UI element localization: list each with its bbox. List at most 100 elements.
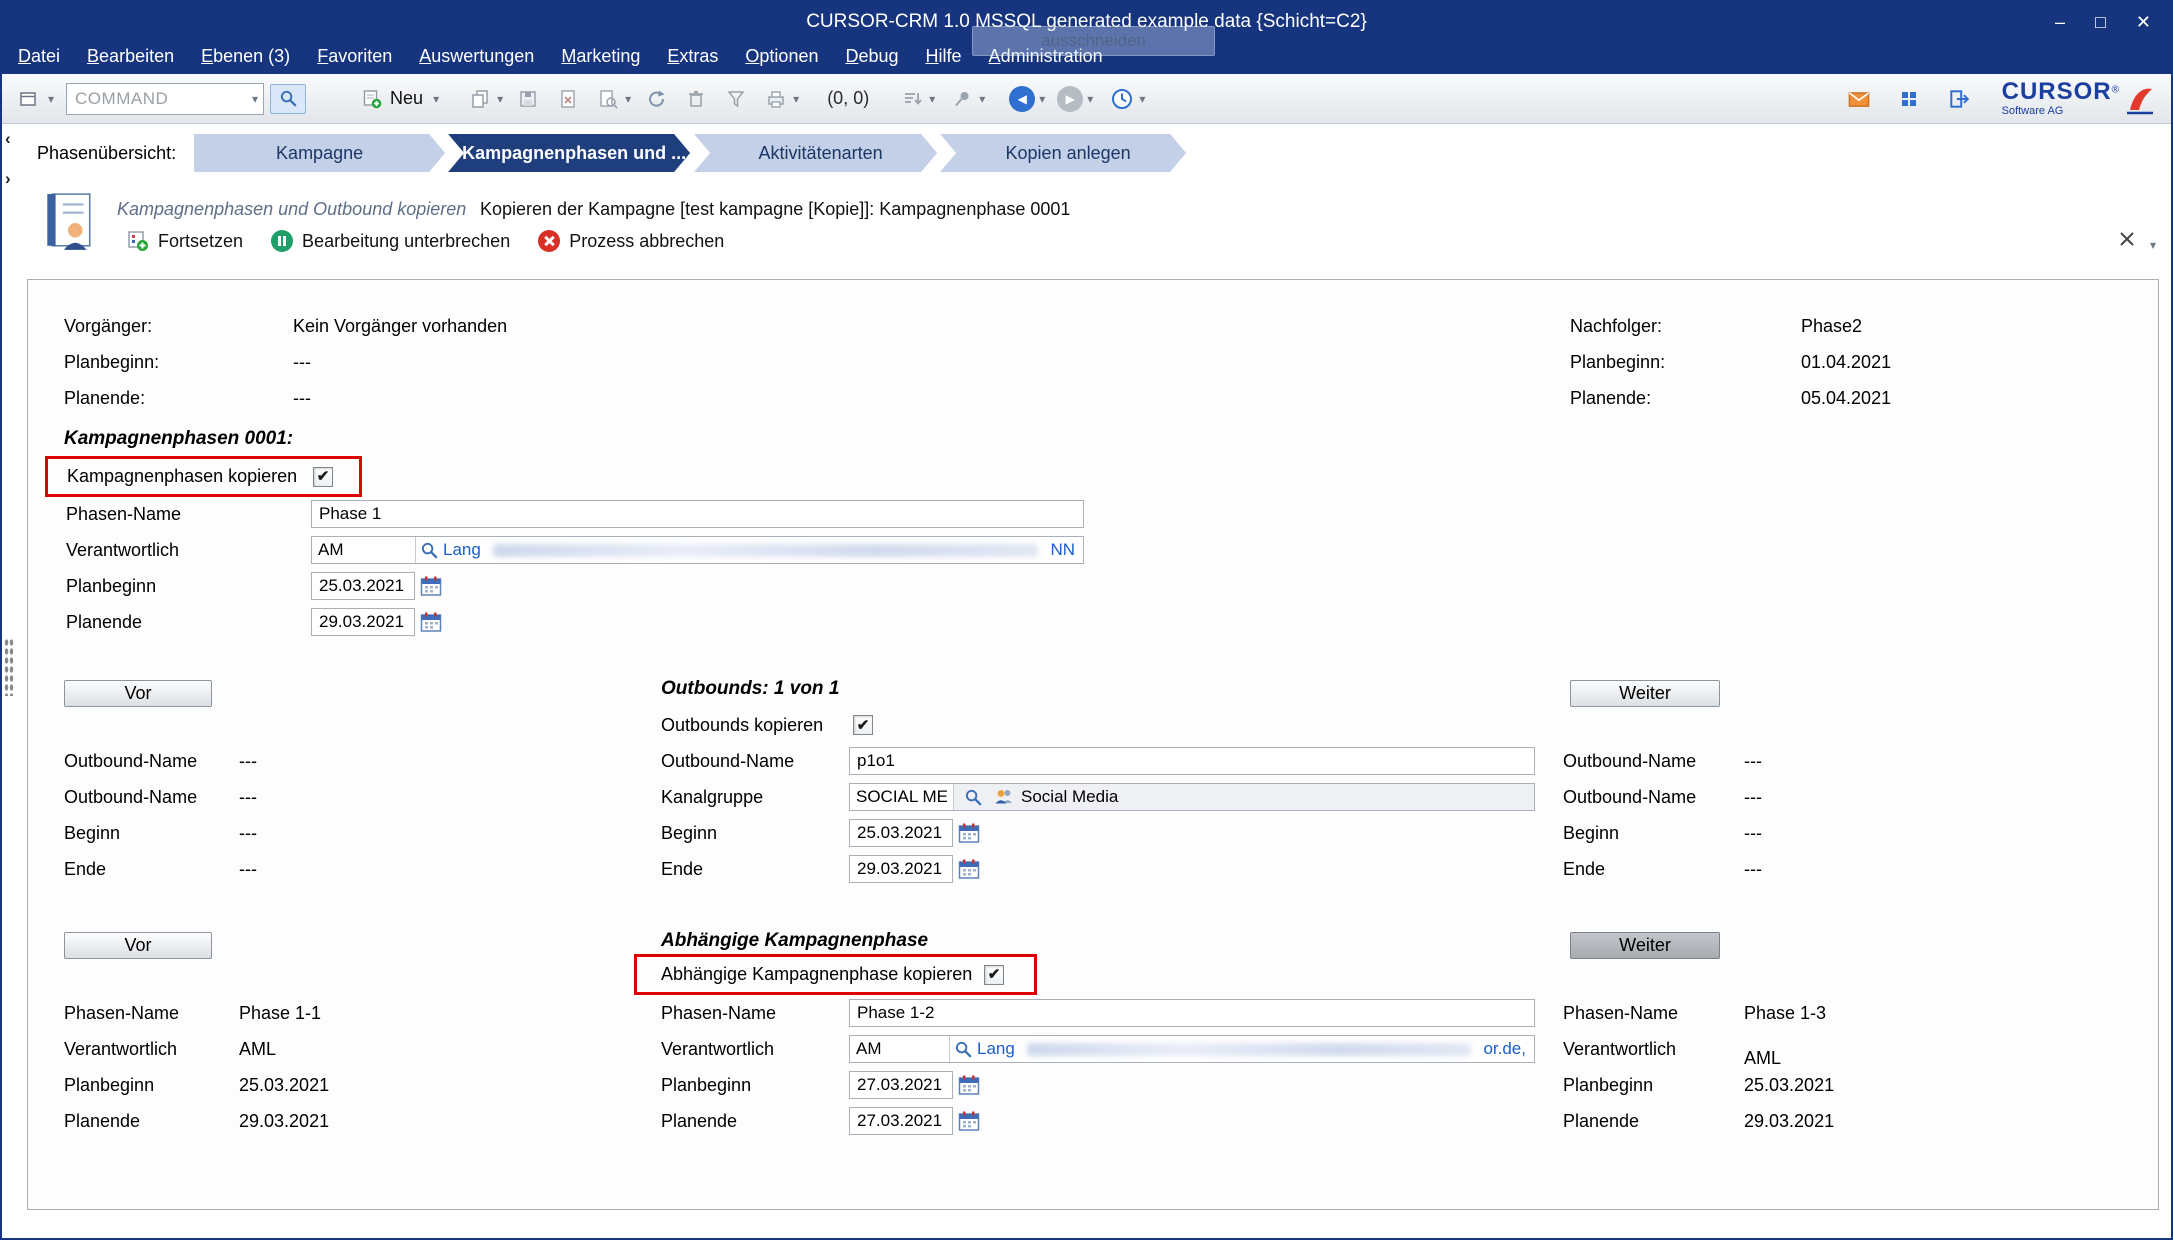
minimize-button[interactable]: – <box>2055 13 2065 31</box>
coordinates-display: (0, 0) <box>827 88 869 109</box>
menu-extras[interactable]: Extras <box>667 46 718 67</box>
chevron-down-icon[interactable]: ▾ <box>497 92 503 106</box>
responsible-link[interactable]: Lang <box>443 540 481 560</box>
responsible-link-tail[interactable]: or.de, <box>1483 1039 1526 1059</box>
kanalgruppe-input[interactable] <box>850 784 954 810</box>
abhaengige-kopieren-checkbox[interactable]: ✔ <box>984 965 1004 985</box>
dependent-planende-input[interactable] <box>849 1107 953 1135</box>
close-button[interactable]: ✕ <box>2136 13 2151 31</box>
refresh-icon <box>646 89 666 109</box>
kampagnenphasen-kopieren-checkbox[interactable]: ✔ <box>313 467 333 487</box>
maximize-button[interactable]: □ <box>2095 13 2106 31</box>
apps-grid-button[interactable] <box>1894 84 1924 114</box>
phasen-name-input[interactable] <box>311 500 1084 528</box>
delete-button[interactable] <box>681 84 711 114</box>
vor-button-outbound[interactable]: Vor <box>64 680 212 707</box>
chevron-down-icon[interactable]: ▾ <box>2150 238 2156 252</box>
calendar-icon[interactable] <box>958 822 980 844</box>
forward-button[interactable]: ▶ <box>1055 84 1085 114</box>
logout-icon <box>1948 88 1970 110</box>
unterbrechen-button[interactable]: Bearbeitung unterbrechen <box>271 230 510 252</box>
chevron-down-icon[interactable]: ▾ <box>252 92 258 106</box>
command-input[interactable] <box>66 83 264 115</box>
new-button[interactable]: Neu ▾ <box>362 88 439 109</box>
menu-marketing[interactable]: Marketing <box>561 46 640 67</box>
responsible-link[interactable]: Lang <box>977 1039 1015 1059</box>
tab-kopien-anlegen[interactable]: Kopien anlegen <box>940 134 1186 172</box>
tab-kampagnenphasen[interactable]: Kampagnenphasen und ... <box>448 134 690 172</box>
calendar-icon[interactable] <box>420 611 442 633</box>
search-icon[interactable] <box>420 541 439 560</box>
command-search-button[interactable] <box>270 84 306 114</box>
planbeginn-input[interactable] <box>311 572 415 600</box>
outbound-name-input[interactable] <box>849 747 1535 775</box>
weiter-button-dependent[interactable]: Weiter <box>1570 932 1720 959</box>
info-row-planbeginn: Planbeginn: --- <box>64 348 311 376</box>
button-label: Weiter <box>1619 683 1671 704</box>
field-label: Planende <box>64 1111 239 1132</box>
duplicate-button[interactable] <box>465 84 495 114</box>
outbounds-kopieren-checkbox[interactable]: ✔ <box>853 715 873 735</box>
weiter-button-outbound[interactable]: Weiter <box>1570 680 1720 707</box>
menu-hilfe[interactable]: Hilfe <box>926 46 962 67</box>
vor-button-dependent[interactable]: Vor <box>64 932 212 959</box>
abbrechen-button[interactable]: Prozess abbrechen <box>538 230 724 252</box>
splitter-handle[interactable] <box>4 638 14 696</box>
transfer-button[interactable] <box>897 84 927 114</box>
chevron-down-icon[interactable]: ▾ <box>979 92 985 106</box>
save-button[interactable] <box>513 84 543 114</box>
menu-debug[interactable]: Debug <box>845 46 898 67</box>
discard-button[interactable] <box>553 84 583 114</box>
outbound-ende-input[interactable] <box>849 855 953 883</box>
history-button[interactable] <box>1107 84 1137 114</box>
menu-optionen[interactable]: Optionen <box>745 46 818 67</box>
group-icon <box>993 787 1015 807</box>
menu-datei[interactable]: Datei <box>18 46 60 67</box>
calendar-icon[interactable] <box>958 858 980 880</box>
responsible-link-tail[interactable]: NN <box>1050 540 1075 560</box>
search-icon[interactable] <box>954 1040 973 1059</box>
planende-input[interactable] <box>311 608 415 636</box>
chevron-down-icon[interactable]: ▾ <box>1039 92 1045 106</box>
tab-aktivitaetenarten[interactable]: Aktivitätenarten <box>694 134 937 172</box>
filter-button[interactable] <box>721 84 751 114</box>
sort-lines-icon <box>902 89 922 109</box>
window-layout-button[interactable]: ▾ <box>18 89 54 109</box>
dependent-phasen-name-input[interactable] <box>849 999 1535 1027</box>
menu-favoriten[interactable]: Favoriten <box>317 46 392 67</box>
chevron-down-icon[interactable]: ▾ <box>625 92 631 106</box>
outbound-beginn-input[interactable] <box>849 819 953 847</box>
verantwortlich-input[interactable] <box>312 537 416 563</box>
chevron-down-icon[interactable]: ▾ <box>1139 92 1145 106</box>
calendar-icon[interactable] <box>958 1110 980 1132</box>
calendar-icon[interactable] <box>958 1074 980 1096</box>
tab-label: Kampagne <box>276 143 363 164</box>
close-view-button[interactable] <box>2118 230 2140 252</box>
field-value: 29.03.2021 <box>239 1111 329 1132</box>
print-button[interactable] <box>761 84 791 114</box>
button-label: Vor <box>124 683 151 704</box>
dependent-verantwortlich-input[interactable] <box>850 1036 950 1062</box>
field-label: Verantwortlich <box>661 1039 849 1060</box>
logout-button[interactable] <box>1944 84 1974 114</box>
calendar-icon[interactable] <box>420 575 442 597</box>
collapse-panel-icon[interactable]: ‹ <box>5 130 11 147</box>
search-icon[interactable] <box>964 788 983 807</box>
fortsetzen-button[interactable]: Fortsetzen <box>127 230 243 252</box>
chevron-down-icon[interactable]: ▾ <box>793 92 799 106</box>
back-button[interactable]: ◀ <box>1007 84 1037 114</box>
chevron-down-icon[interactable]: ▾ <box>929 92 935 106</box>
back-arrow-icon: ◀ <box>1018 93 1027 105</box>
expand-panel-icon[interactable]: › <box>5 170 11 187</box>
refresh-button[interactable] <box>641 84 671 114</box>
dependent-planbeginn-input[interactable] <box>849 1071 953 1099</box>
chevron-down-icon[interactable]: ▾ <box>433 92 439 106</box>
menu-ebenen[interactable]: Ebenen (3) <box>201 46 290 67</box>
pin-button[interactable] <box>947 84 977 114</box>
menu-auswertungen[interactable]: Auswertungen <box>419 46 534 67</box>
inbox-button[interactable] <box>1844 84 1874 114</box>
tab-kampagne[interactable]: Kampagne <box>194 134 445 172</box>
lookup-button[interactable] <box>593 84 623 114</box>
chevron-down-icon[interactable]: ▾ <box>1087 92 1093 106</box>
menu-bearbeiten[interactable]: Bearbeiten <box>87 46 174 67</box>
